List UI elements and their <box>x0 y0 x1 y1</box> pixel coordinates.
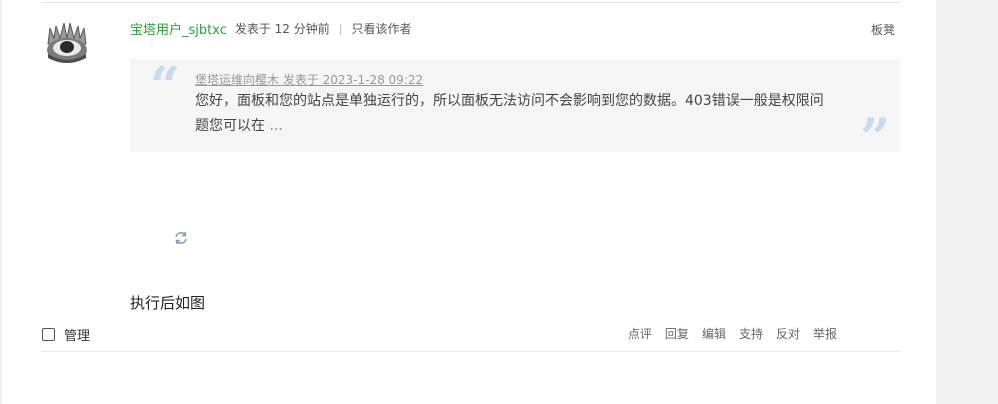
open-quote-icon: “ <box>150 56 180 117</box>
avatar[interactable] <box>42 18 92 68</box>
quote-text: 您好，面板和您的站点是单独运行的，所以面板无法访问不会影响到您的数据。403错误… <box>195 93 824 134</box>
quote-block: “ 堡塔运维向樱木 发表于 2023-1-28 09:22 您好，面板和您的站点… <box>130 56 900 165</box>
top-divider <box>41 2 901 3</box>
quote-body: 您好，面板和您的站点是单独运行的，所以面板无法访问不会影响到您的数据。403错误… <box>195 89 825 139</box>
oppose-link[interactable]: 反对 <box>776 325 800 342</box>
floor-label[interactable]: 板凳 <box>871 21 895 38</box>
refresh-icon[interactable] <box>173 230 189 246</box>
post-content-text: 执行后如图 <box>130 294 206 312</box>
avatar-image <box>47 22 87 63</box>
meta-separator: | <box>338 21 343 35</box>
reply-link[interactable]: 回复 <box>665 325 689 342</box>
author-only-link[interactable]: 只看该作者 <box>351 20 411 37</box>
close-quote-icon: ” <box>860 108 890 169</box>
support-link[interactable]: 支持 <box>739 325 763 342</box>
posted-time: 发表于 12 分钟前 <box>234 21 330 36</box>
post-meta: 宝塔用户_sjbtxc 发表于 12 分钟前 | 只看该作者 <box>130 19 412 38</box>
username-link[interactable]: 宝塔用户_sjbtxc <box>130 19 227 38</box>
post-actions: 点评 回复 编辑 支持 反对 举报 <box>628 325 837 342</box>
manage-checkbox[interactable] <box>42 328 55 341</box>
report-link[interactable]: 举报 <box>813 325 837 342</box>
quote-ellipsis: ... <box>265 118 283 134</box>
comment-link[interactable]: 点评 <box>628 325 652 342</box>
post-card: 宝塔用户_sjbtxc 发表于 12 分钟前 | 只看该作者 板凳 “ 堡塔运维… <box>2 0 936 404</box>
bottom-divider <box>41 351 901 352</box>
quote-header[interactable]: 堡塔运维向樱木 发表于 2023-1-28 09:22 <box>195 71 423 88</box>
manage-control[interactable]: 管理 <box>42 325 90 344</box>
edit-link[interactable]: 编辑 <box>702 325 726 342</box>
manage-label: 管理 <box>64 329 91 344</box>
